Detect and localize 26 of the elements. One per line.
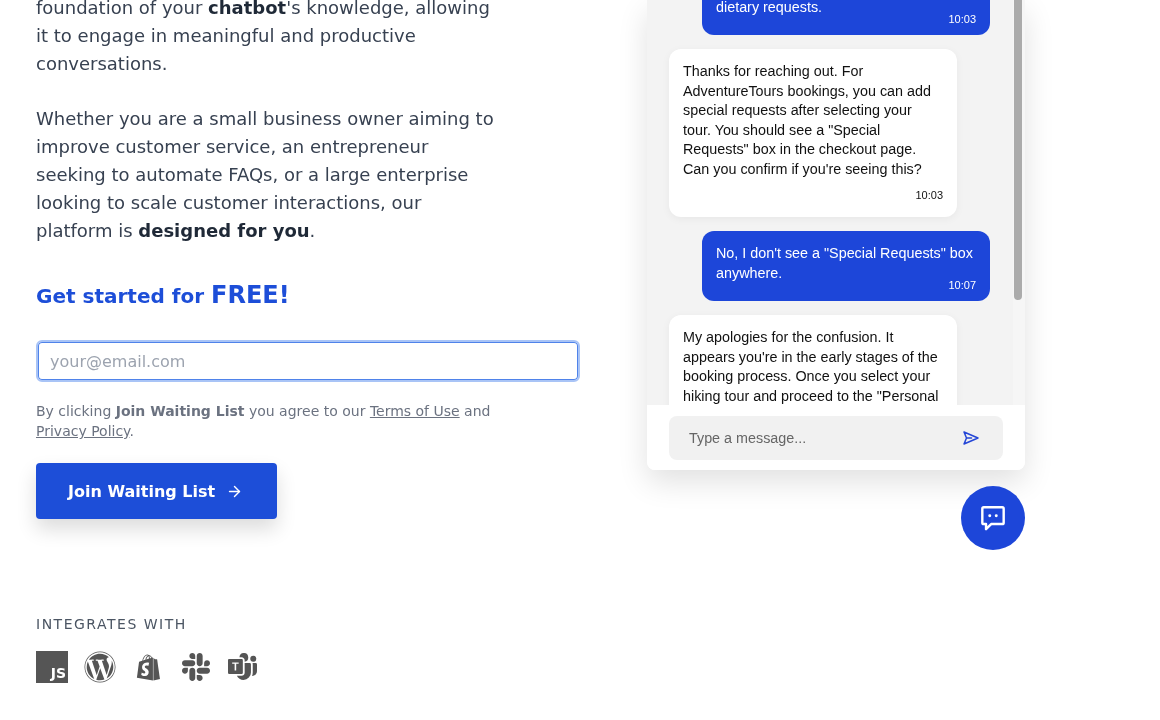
join-waiting-list-button[interactable]: Join Waiting List <box>36 463 278 519</box>
wordpress-logo-icon <box>84 651 116 683</box>
message-text: No, I don't see a "Special Requests" box anywhere. <box>716 244 974 281</box>
consent-text: By clicking Join Waiting List you agree to our Terms of Use and Privacy Policy. <box>36 402 492 441</box>
message-time: 10:03 <box>915 188 943 202</box>
legal-link[interactable]: Terms of Use <box>369 403 460 419</box>
signup-heading: Get started for FREE! <box>36 280 290 311</box>
message-time: 10:07 <box>948 280 976 291</box>
chat-bubble-icon <box>980 505 1006 531</box>
legal-link[interactable]: Privacy Policy <box>36 423 130 439</box>
slack-logo-icon <box>180 651 212 683</box>
message-text: Thanks for reaching out. For AdventureTours bookings, you can add special requests after selecting your tour. You should see a "Special Requests" box in the checkout page. Can you confirm if you're seeing this? <box>683 62 932 179</box>
shopping-bag-logo-icon <box>134 653 162 681</box>
integrations-label: INTEGRATES WITH <box>36 615 187 633</box>
send-button[interactable] <box>951 416 1003 460</box>
scrollbar-thumb[interactable] <box>1014 0 1022 300</box>
message-time: 10:03 <box>948 14 976 25</box>
message-text: My apologies for the confusion. It appears you're in the early stages of the booking process. Once you select your hiking tour and proceed to the "Personal <box>683 328 940 405</box>
message-text: dietary requests. <box>716 0 824 17</box>
email-input[interactable]: your@email.com <box>36 340 580 382</box>
teams-logo-icon <box>228 652 257 682</box>
js-logo: JS <box>36 651 68 683</box>
intro-paragraph: foundation of your chatbot's knowledge, allowing it to engage in meaningful and productive conversations. <box>36 0 491 76</box>
send-icon <box>963 431 979 445</box>
intro-paragraph: Whether you are a small business owner aiming to improve customer service, an entrepreneur seeking to automate FAQs, or a large enterprise looking to scale customer interactions, our platform is designed for you. <box>36 107 495 243</box>
message-input[interactable]: Type a message... <box>669 416 951 460</box>
